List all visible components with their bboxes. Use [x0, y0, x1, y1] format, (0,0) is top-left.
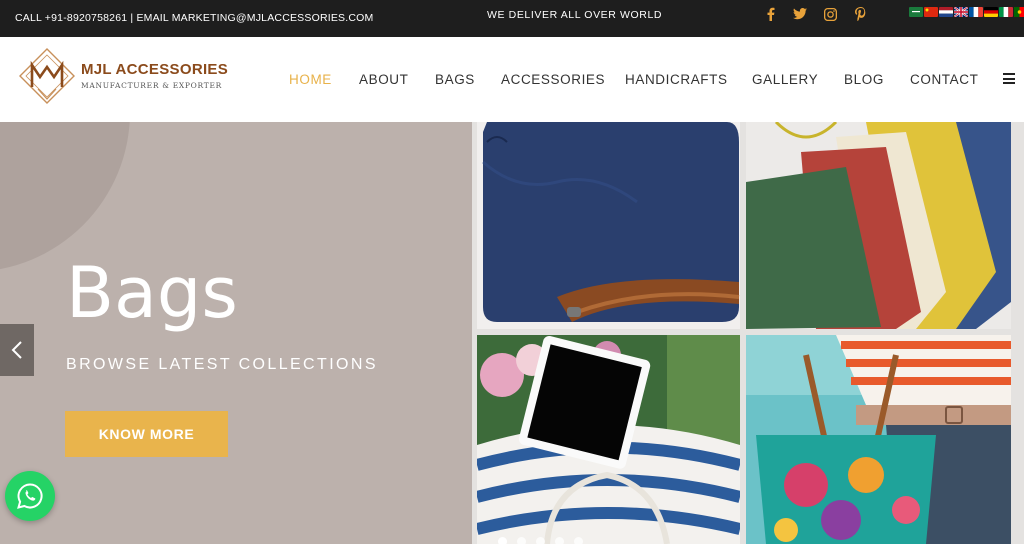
twitter-icon[interactable] — [790, 6, 810, 22]
paisley-tote-photo — [746, 335, 1011, 544]
slide-indicators — [498, 537, 583, 544]
language-selector[interactable] — [909, 7, 1024, 17]
slide-dot[interactable] — [536, 537, 545, 544]
product-collage — [472, 122, 1024, 544]
facebook-icon[interactable] — [760, 6, 780, 22]
blue-bag-photo — [477, 122, 740, 329]
logo-icon[interactable] — [18, 47, 76, 105]
flag-arabic-icon[interactable] — [909, 7, 923, 17]
flag-italian-icon[interactable] — [999, 7, 1013, 17]
whatsapp-chat-button[interactable] — [5, 471, 55, 521]
instagram-icon[interactable] — [820, 6, 840, 22]
pinterest-icon[interactable] — [850, 6, 870, 22]
flag-chinese-icon[interactable] — [924, 7, 938, 17]
nav-blog[interactable]: BLOG — [844, 72, 884, 87]
site-header: MJL ACCESSORIES MANUFACTURER & EXPORTER … — [0, 37, 1024, 122]
logo-title[interactable]: MJL ACCESSORIES — [81, 61, 228, 78]
delivery-tagline: WE DELIVER ALL OVER WORLD — [487, 9, 663, 21]
menu-icon[interactable] — [1003, 73, 1015, 84]
previous-slide-button[interactable] — [0, 324, 34, 376]
nav-about[interactable]: ABOUT — [359, 72, 409, 87]
top-bar: CALL +91-8920758261 | EMAIL MARKETING@MJ… — [0, 0, 1024, 37]
striped-tote-photo — [477, 335, 740, 544]
nav-handicrafts[interactable]: HANDICRAFTS — [625, 72, 728, 87]
slide-dot[interactable] — [498, 537, 507, 544]
flag-french-icon[interactable] — [969, 7, 983, 17]
contact-info[interactable]: CALL +91-8920758261 | EMAIL MARKETING@MJ… — [15, 12, 373, 24]
whatsapp-icon — [17, 483, 43, 509]
logo-subtitle: MANUFACTURER & EXPORTER — [81, 81, 222, 90]
woven-clutches-photo — [746, 122, 1011, 329]
flag-dutch-icon[interactable] — [939, 7, 953, 17]
chevron-left-icon — [11, 341, 22, 359]
slide-dot[interactable] — [555, 537, 564, 544]
hero-slider: Bags BROWSE LATEST COLLECTIONS KNOW MORE — [0, 122, 1024, 544]
slide-dot[interactable] — [517, 537, 526, 544]
hero-title: Bags — [66, 252, 238, 334]
hero-decoration — [0, 122, 130, 272]
hero-subtitle: BROWSE LATEST COLLECTIONS — [66, 356, 378, 373]
nav-gallery[interactable]: GALLERY — [752, 72, 818, 87]
nav-contact[interactable]: CONTACT — [910, 72, 978, 87]
flag-english-icon[interactable] — [954, 7, 968, 17]
flag-german-icon[interactable] — [984, 7, 998, 17]
nav-home[interactable]: HOME — [289, 72, 332, 87]
nav-accessories[interactable]: ACCESSORIES — [501, 72, 605, 87]
nav-bags[interactable]: BAGS — [435, 72, 475, 87]
flag-portuguese-icon[interactable] — [1014, 7, 1024, 17]
slide-dot[interactable] — [574, 537, 583, 544]
know-more-button[interactable]: KNOW MORE — [65, 411, 228, 457]
